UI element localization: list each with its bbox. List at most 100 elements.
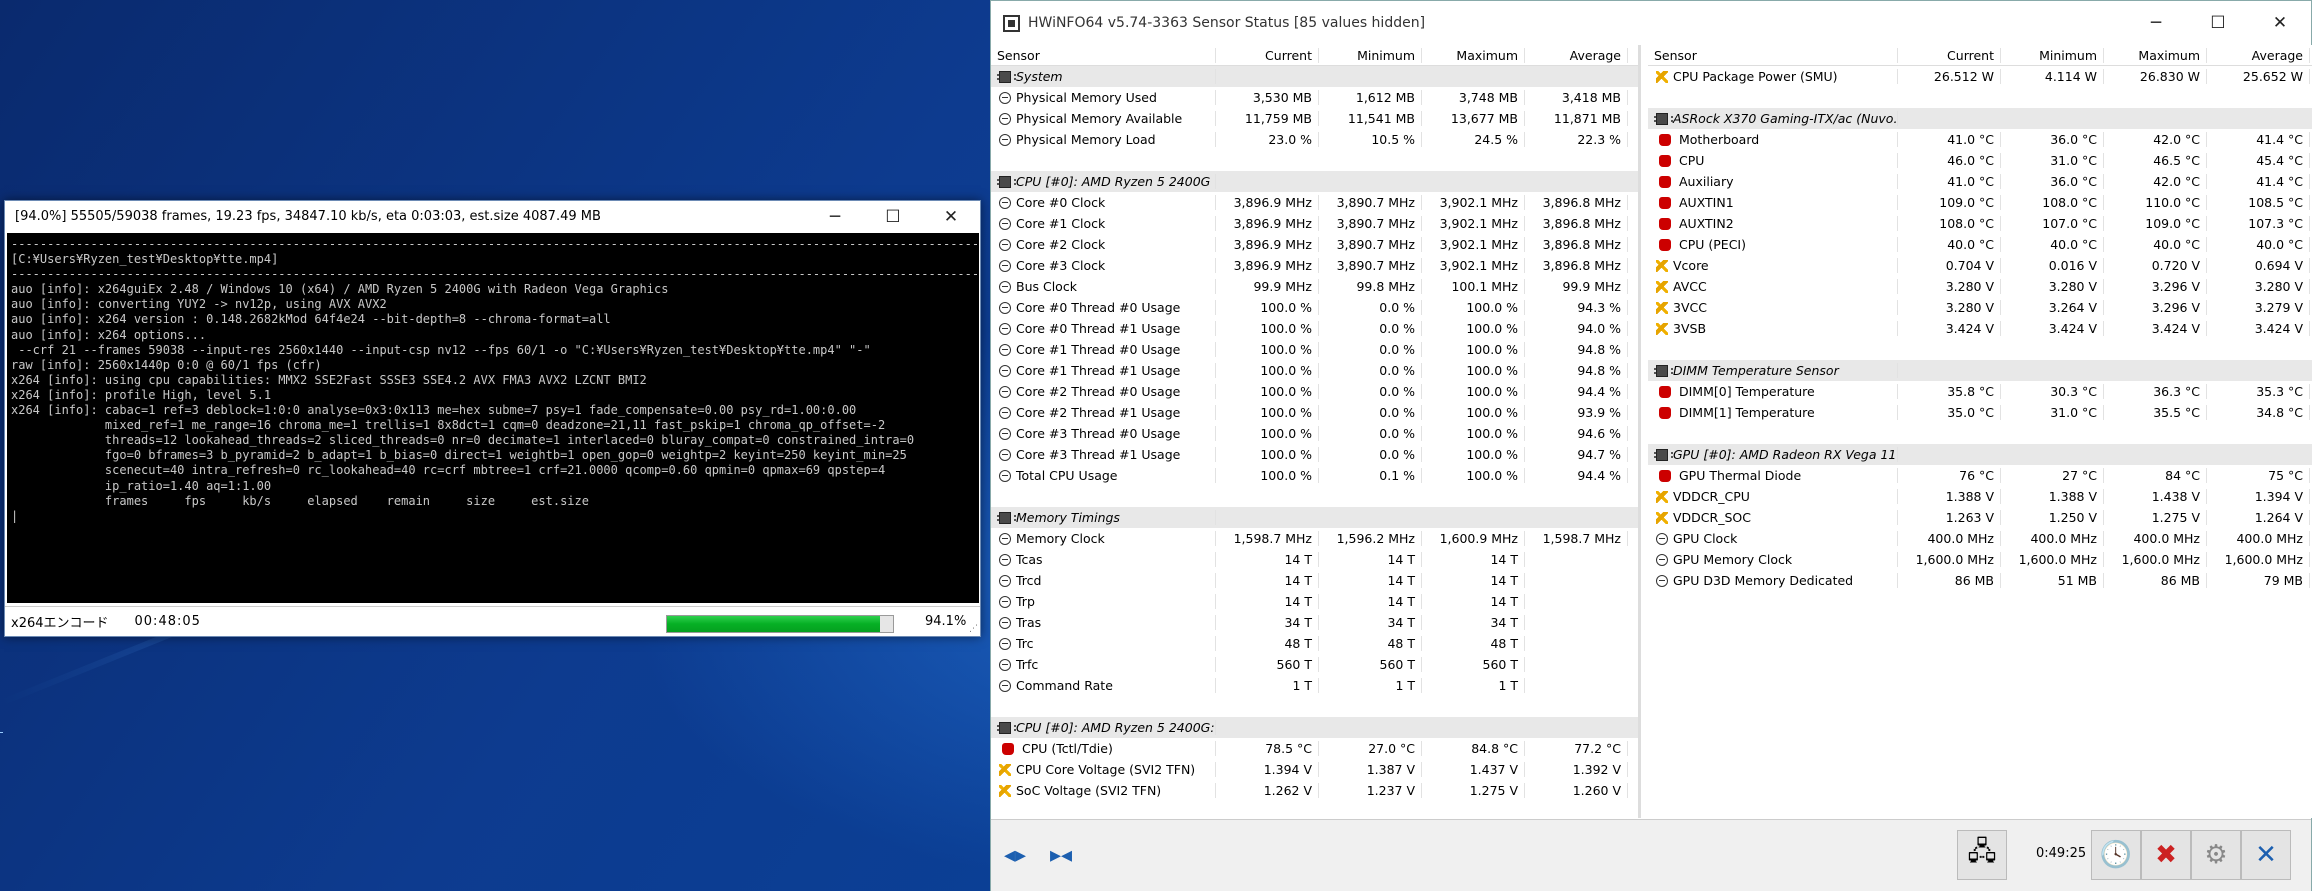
column-header-maximum[interactable]: Maximum: [1422, 47, 1525, 63]
sensor-row[interactable]: Trp 14 T 14 T 14 T: [991, 591, 1638, 612]
close-sensors-icon[interactable]: ✕: [2241, 830, 2291, 880]
settings-gear-icon[interactable]: ⚙: [2191, 830, 2241, 880]
sensor-group-row[interactable]: CPU [#0]: AMD Ryzen 5 2400G: [991, 171, 1638, 192]
sensor-row[interactable]: GPU Thermal Diode 76 °C 27 °C 84 °C 75 °C: [1648, 465, 2312, 486]
sensor-row[interactable]: CPU 46.0 °C 31.0 °C 46.5 °C 45.4 °C: [1648, 150, 2312, 171]
close-button[interactable]: ✕: [922, 201, 980, 232]
sensor-row[interactable]: GPU D3D Memory Dedicated 86 MB 51 MB 86 MB 7…: [1648, 570, 2312, 591]
sensor-row[interactable]: CPU (PECI) 40.0 °C 40.0 °C 40.0 °C 40.0 °C: [1648, 234, 2312, 255]
minimize-button[interactable]: ─: [2125, 1, 2187, 45]
column-header-average[interactable]: Average: [1525, 47, 1628, 63]
sensor-row[interactable]: DIMM[0] Temperature 35.8 °C 30.3 °C 36.3 °C…: [1648, 381, 2312, 402]
value-average: 3,896.8 MHz: [1525, 237, 1628, 252]
sensor-name: Bus Clock: [1016, 279, 1077, 294]
value-average: 77.2 °C: [1525, 741, 1628, 756]
voltage-bolt-icon: [1656, 280, 1668, 293]
sensor-row[interactable]: 3VCC 3.280 V 3.264 V 3.296 V 3.279 V: [1648, 297, 2312, 318]
clock-icon[interactable]: 🕓: [2091, 830, 2141, 880]
sensor-row[interactable]: Core #3 Clock 3,896.9 MHz 3,890.7 MHz 3,902…: [991, 255, 1638, 276]
sensor-pane-right[interactable]: Sensor Current Minimum Maximum Average C…: [1648, 45, 2312, 818]
column-header-minimum[interactable]: Minimum: [2001, 47, 2104, 63]
sensor-row[interactable]: Core #2 Clock 3,896.9 MHz 3,890.7 MHz 3,902…: [991, 234, 1638, 255]
sensor-name: CPU [#0]: AMD Ryzen 5 2400G: ...: [1016, 720, 1216, 735]
column-header-minimum[interactable]: Minimum: [1319, 47, 1422, 63]
sensor-row[interactable]: AUXTIN1 109.0 °C 108.0 °C 110.0 °C 108.5 °C: [1648, 192, 2312, 213]
sensor-row[interactable]: Memory Clock 1,598.7 MHz 1,596.2 MHz 1,600.…: [991, 528, 1638, 549]
sensor-row[interactable]: GPU Clock 400.0 MHz 400.0 MHz 400.0 MHz 400.…: [1648, 528, 2312, 549]
blank-row: [991, 486, 1638, 507]
sensor-name: AVCC: [1673, 279, 1707, 294]
sensor-row[interactable]: Command Rate 1 T1 T1 T: [991, 675, 1638, 696]
sensor-row[interactable]: Total CPU Usage 100.0 % 0.1 % 100.0 % 94.4 %: [991, 465, 1638, 486]
sensor-group-row[interactable]: GPU [#0]: AMD Radeon RX Vega 11:: [1648, 444, 2312, 465]
sensor-group-row[interactable]: System: [991, 66, 1638, 87]
sensor-row[interactable]: Core #0 Thread #0 Usage 100.0 % 0.0 % 100.0…: [991, 297, 1638, 318]
sensor-row[interactable]: Trfc 560 T 560 T 560 T: [991, 654, 1638, 675]
reset-log-icon[interactable]: ✖: [2141, 830, 2191, 880]
column-header-current[interactable]: Current: [1898, 47, 2001, 63]
value-maximum: 42.0 °C: [2104, 174, 2207, 189]
value-minimum: 3,890.7 MHz: [1319, 216, 1422, 231]
sensor-row[interactable]: Physical Memory Used 3,530 MB 1,612 MB 3,74…: [991, 87, 1638, 108]
encode-progress-bar: [666, 615, 894, 633]
sensor-row[interactable]: SoC Voltage (SVI2 TFN) 1.262 V 1.237 V 1.27…: [991, 780, 1638, 801]
column-header-sensor[interactable]: Sensor: [1648, 47, 1898, 63]
sensor-row[interactable]: Tras 34 T 34 T 34 T: [991, 612, 1638, 633]
sensor-row[interactable]: AUXTIN2 108.0 °C 107.0 °C 109.0 °C 107.3 °C: [1648, 213, 2312, 234]
sensor-row[interactable]: GPU Memory Clock 1,600.0 MHz 1,600.0 MHz 1,…: [1648, 549, 2312, 570]
value-current: 34 T: [1216, 615, 1319, 630]
sensor-row[interactable]: CPU (Tctl/Tdie) 78.5 °C 27.0 °C 84.8 °C 77.2…: [991, 738, 1638, 759]
network-monitor-icon[interactable]: 🖧: [1957, 830, 2007, 880]
sensor-row[interactable]: Trcd 14 T 14 T 14 T: [991, 570, 1638, 591]
sensor-row[interactable]: Core #2 Thread #1 Usage 100.0 % 0.0 % 100.0…: [991, 402, 1638, 423]
resize-grip-icon[interactable]: ⋰: [969, 624, 978, 634]
sensor-row[interactable]: Core #3 Thread #1 Usage 100.0 % 0.0 % 100.0…: [991, 444, 1638, 465]
sensor-name: Trc: [1016, 636, 1034, 651]
maximize-button[interactable]: ☐: [864, 201, 922, 232]
column-header-maximum[interactable]: Maximum: [2104, 47, 2207, 63]
sensor-row[interactable]: Physical Memory Load 23.0 % 10.5 % 24.5 % 22…: [991, 129, 1638, 150]
minimize-button[interactable]: ─: [806, 201, 864, 232]
sensor-pane-left[interactable]: Sensor Current Minimum Maximum Average S…: [991, 45, 1641, 818]
sensor-row[interactable]: Trc 48 T 48 T 48 T: [991, 633, 1638, 654]
sensor-row[interactable]: Core #0 Clock 3,896.9 MHz 3,890.7 MHz 3,902…: [991, 192, 1638, 213]
sensor-row[interactable]: Vcore 0.704 V 0.016 V 0.720 V 0.694 V: [1648, 255, 2312, 276]
sensor-row[interactable]: DIMM[1] Temperature 35.0 °C 31.0 °C 35.5 °C…: [1648, 402, 2312, 423]
sensor-row[interactable]: AVCC 3.280 V 3.280 V 3.296 V 3.280 V: [1648, 276, 2312, 297]
sensor-group-row[interactable]: CPU [#0]: AMD Ryzen 5 2400G: ...: [991, 717, 1638, 738]
sensor-row[interactable]: Bus Clock 99.9 MHz 99.8 MHz 100.1 MHz 99.9 M…: [991, 276, 1638, 297]
maximize-button[interactable]: ☐: [2187, 1, 2249, 45]
value-current: 100.0 %: [1216, 363, 1319, 378]
sensor-row[interactable]: CPU Package Power (SMU) 26.512 W 4.114 W 26…: [1648, 66, 2312, 87]
column-header-current[interactable]: Current: [1216, 47, 1319, 63]
sensor-group-row[interactable]: Memory Timings: [991, 507, 1638, 528]
arrows-collapse-icon[interactable]: ▸◂: [1041, 838, 1081, 872]
sensor-row[interactable]: Motherboard 41.0 °C 36.0 °C 42.0 °C 41.4 °C: [1648, 129, 2312, 150]
column-header-sensor[interactable]: Sensor: [991, 47, 1216, 63]
sensor-row[interactable]: Auxiliary 41.0 °C 36.0 °C 42.0 °C 41.4 °C: [1648, 171, 2312, 192]
sensor-row[interactable]: Core #3 Thread #0 Usage 100.0 % 0.0 % 100.0…: [991, 423, 1638, 444]
console-output[interactable]: ----------------------------------------…: [7, 233, 979, 603]
sensor-row[interactable]: Physical Memory Available 11,759 MB 11,541…: [991, 108, 1638, 129]
sensor-row[interactable]: CPU Core Voltage (SVI2 TFN) 1.394 V 1.387 …: [991, 759, 1638, 780]
sensor-name: DIMM Temperature Sensor: [1673, 363, 1839, 378]
sensor-group-row[interactable]: ASRock X370 Gaming-ITX/ac (Nuvo...: [1648, 108, 2312, 129]
sensor-name: Physical Memory Used: [1016, 90, 1157, 105]
sensor-row[interactable]: Core #1 Thread #0 Usage 100.0 % 0.0 % 100.0…: [991, 339, 1638, 360]
desktop-mark: [0, 732, 3, 733]
value-minimum: 30.3 °C: [2001, 384, 2104, 399]
sensor-row[interactable]: Core #0 Thread #1 Usage 100.0 % 0.0 % 100.0…: [991, 318, 1638, 339]
sensor-row[interactable]: VDDCR_CPU 1.388 V 1.388 V 1.438 V 1.394 V: [1648, 486, 2312, 507]
sensor-row[interactable]: Core #1 Clock 3,896.9 MHz 3,890.7 MHz 3,902…: [991, 213, 1638, 234]
sensor-row[interactable]: Core #2 Thread #0 Usage 100.0 % 0.0 % 100.0…: [991, 381, 1638, 402]
sensor-row[interactable]: VDDCR_SOC 1.263 V 1.250 V 1.275 V 1.264 V: [1648, 507, 2312, 528]
encoder-titlebar[interactable]: [94.0%] 55505/59038 frames, 19.23 fps, 3…: [5, 201, 980, 232]
arrows-expand-icon[interactable]: ◂▸: [995, 838, 1035, 872]
sensor-row[interactable]: Core #1 Thread #1 Usage 100.0 % 0.0 % 100.0…: [991, 360, 1638, 381]
hwinfo-titlebar[interactable]: HWiNFO64 v5.74-3363 Sensor Status [85 va…: [991, 1, 2311, 45]
column-header-average[interactable]: Average: [2207, 47, 2310, 63]
close-button[interactable]: ✕: [2249, 1, 2311, 45]
sensor-row[interactable]: 3VSB 3.424 V 3.424 V 3.424 V 3.424 V: [1648, 318, 2312, 339]
sensor-group-row[interactable]: DIMM Temperature Sensor: [1648, 360, 2312, 381]
sensor-row[interactable]: Tcas 14 T 14 T 14 T: [991, 549, 1638, 570]
